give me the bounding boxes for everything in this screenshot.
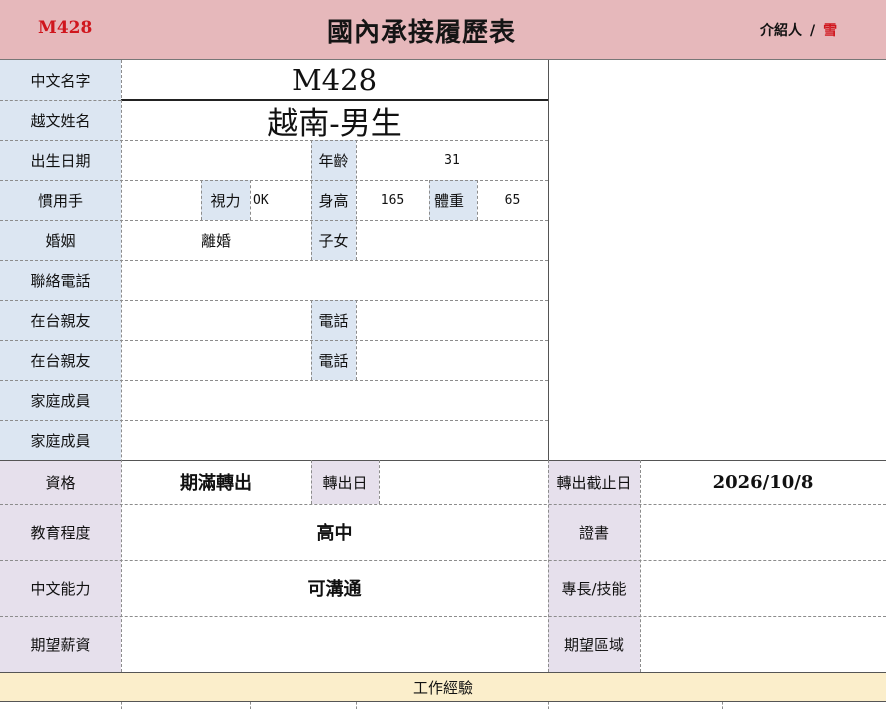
children-label: 子女 — [318, 231, 349, 250]
education-value: 高中 — [316, 523, 353, 544]
vn-name-label: 越文姓名 — [30, 111, 91, 130]
family2-label: 家庭成員 — [30, 431, 91, 450]
transfer-date-value — [379, 460, 548, 504]
hand-value — [121, 180, 201, 220]
birth-label: 出生日期 — [30, 151, 91, 170]
region-label: 期望區域 — [563, 635, 624, 654]
relative1-label: 在台親友 — [30, 311, 91, 330]
deadline-label: 轉出截止日 — [556, 473, 632, 492]
weight-label: 體重 — [433, 191, 464, 210]
children-value — [356, 220, 548, 260]
deadline-value: 2026/10/8 — [712, 471, 814, 493]
certificate-label: 證書 — [578, 523, 609, 542]
height-label: 身高 — [318, 191, 349, 210]
photo-area — [549, 60, 886, 460]
birth-value — [121, 140, 311, 180]
vn-name-value: 越南-男生 — [267, 105, 402, 142]
age-label: 年齡 — [318, 151, 349, 170]
qualification-label: 資格 — [45, 473, 76, 492]
marriage-value: 離婚 — [200, 231, 231, 250]
vision-label: 視力 — [210, 191, 241, 210]
weight-value: 65 — [504, 192, 521, 208]
chinese-name-value: M428 — [291, 63, 378, 97]
relative2-label: 在台親友 — [30, 351, 91, 370]
qualification-value: 期滿轉出 — [180, 473, 252, 494]
work-experience-header: 工作經驗 — [0, 672, 886, 702]
chinese-name-label: 中文名字 — [30, 71, 91, 90]
relative1-phone-label: 電話 — [318, 311, 349, 330]
marriage-label: 婚姻 — [45, 231, 76, 250]
introducer-name: 雪 — [823, 23, 838, 39]
relative2-phone-label: 電話 — [318, 351, 349, 370]
transfer-date-label: 轉出日 — [322, 473, 368, 492]
page-title: 國內承接履歷表 — [326, 18, 516, 48]
introducer-separator: / — [810, 23, 816, 39]
introducer-label: 介紹人 — [760, 23, 802, 39]
introducer: 介紹人 / 雪 — [760, 20, 837, 40]
age-value: 31 — [444, 152, 460, 168]
chinese-ability-value: 可溝通 — [307, 579, 362, 600]
phone-label: 聯絡電話 — [30, 271, 91, 290]
vision-value: OK — [253, 192, 269, 208]
hand-label: 慣用手 — [37, 191, 83, 210]
skills-label: 專長/技能 — [561, 579, 627, 598]
height-value: 165 — [380, 192, 405, 208]
education-label: 教育程度 — [30, 523, 91, 542]
family1-label: 家庭成員 — [30, 391, 91, 410]
phone-value — [121, 260, 548, 300]
chinese-ability-label: 中文能力 — [30, 579, 91, 598]
salary-label: 期望薪資 — [30, 635, 91, 654]
